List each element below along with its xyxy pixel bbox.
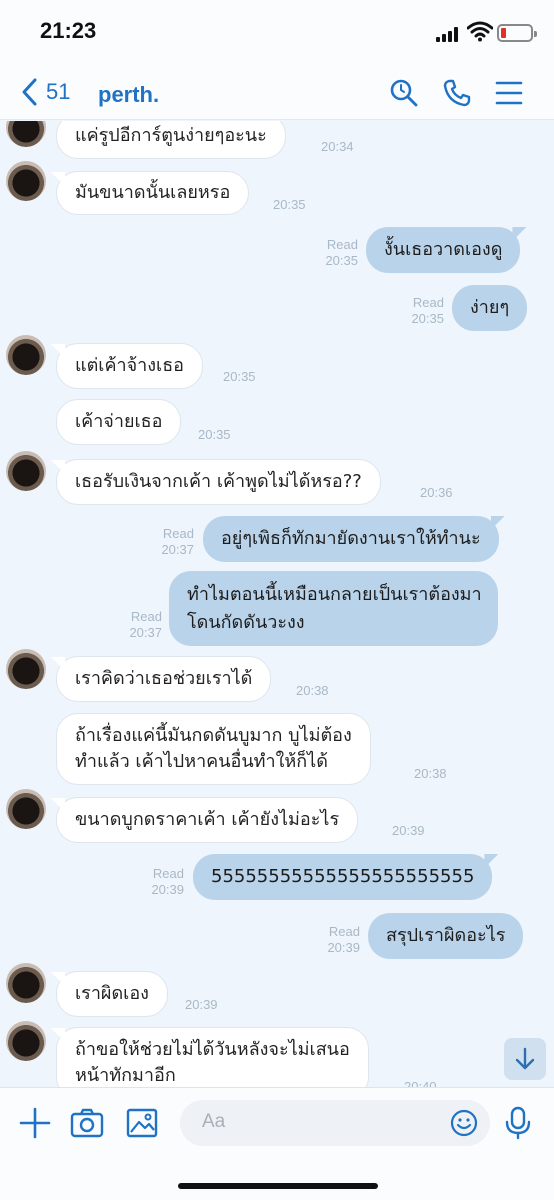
message-time: 20:35 xyxy=(223,369,256,384)
read-receipt: Read 20:35 xyxy=(411,295,444,326)
message-bubble-in[interactable]: เราผิดเอง xyxy=(56,971,168,1017)
message-time: 20:35 xyxy=(273,197,306,212)
message-input[interactable]: Aa xyxy=(180,1100,490,1146)
message-text: 55555555555555555555555 xyxy=(211,866,475,887)
message-bubble-out[interactable]: ทำไมตอนนี้เหมือนกลายเป็นเราต้องมา โดนกัด… xyxy=(169,571,498,646)
avatar[interactable] xyxy=(6,161,46,201)
read-receipt: Read 20:35 xyxy=(325,237,358,268)
message-text: ขนาดบูกดราคาเค้า เค้ายังไม่อะไร xyxy=(75,809,340,830)
message-text: อยู่ๆเพิธก็ทักมายัดงานเราให้ทำนะ xyxy=(221,528,481,549)
message-bubble-out[interactable]: สรุปเราผิดอะไร xyxy=(368,913,524,959)
message-text: มันขนาดนั้นเลยหรอ xyxy=(75,182,231,203)
message-text-line: ถ้าขอให้ช่วยไม่ได้วันหลังจะไม่เสนอ xyxy=(75,1039,350,1060)
avatar[interactable] xyxy=(6,451,46,491)
unread-count: 51 xyxy=(46,79,71,104)
signal-icon xyxy=(436,26,462,42)
plus-icon[interactable] xyxy=(18,1106,52,1140)
input-bar: Aa xyxy=(0,1087,554,1200)
microphone-icon[interactable] xyxy=(503,1106,533,1140)
message-bubble-in[interactable]: เราคิดว่าเธอช่วยเราได้ xyxy=(56,656,272,702)
message-time: 20:34 xyxy=(321,139,354,154)
read-receipt: Read 20:37 xyxy=(129,609,162,640)
message-bubble-out[interactable]: งั้นเธอวาดเองดู xyxy=(366,227,521,273)
message-text: แต่เค้าจ้างเธอ xyxy=(75,355,184,376)
status-time: 21:23 xyxy=(40,18,97,43)
message-bubble-in[interactable]: เค้าจ่ายเธอ xyxy=(56,399,182,445)
message-bubble-in[interactable]: เธอรับเงินจากเค้า เค้าพูดไม่ได้หรอ?? xyxy=(56,459,381,505)
read-receipt: Read 20:37 xyxy=(161,526,194,557)
message-text: เราคิดว่าเธอช่วยเราได้ xyxy=(75,668,253,689)
message-bubble-out[interactable]: ง่ายๆ xyxy=(452,285,528,331)
message-bubble-out[interactable]: อยู่ๆเพิธก็ทักมายัดงานเราให้ทำนะ xyxy=(203,516,499,562)
message-time: 20:38 xyxy=(414,766,447,781)
message-bubble-out[interactable]: 55555555555555555555555 xyxy=(193,854,493,900)
message-time: 20:40 xyxy=(404,1079,437,1087)
arrow-down-icon xyxy=(515,1047,535,1070)
message-text: เค้าจ่ายเธอ xyxy=(75,411,163,432)
message-bubble-in[interactable]: ถ้าขอให้ช่วยไม่ได้วันหลังจะไม่เสนอ หน้าท… xyxy=(56,1027,369,1087)
message-text: แค่รูปอีการ์ตูนง่ายๆอะนะ xyxy=(75,125,267,146)
avatar[interactable] xyxy=(6,335,46,375)
message-bubble-in[interactable]: ถ้าเรื่องแค่นี้มันกดดันบูมาก บูไม่ต้อง ท… xyxy=(56,713,371,785)
message-bubble-in[interactable]: แค่รูปอีการ์ตูนง่ายๆอะนะ xyxy=(56,121,286,159)
back-button[interactable]: 51 xyxy=(20,76,70,108)
chat-area[interactable]: แค่รูปอีการ์ตูนง่ายๆอะนะ 20:34 มันขนาดนั… xyxy=(0,121,554,1087)
message-bubble-in[interactable]: มันขนาดนั้นเลยหรอ xyxy=(56,171,250,215)
chat-title[interactable]: perth. xyxy=(98,82,159,108)
camera-icon[interactable] xyxy=(70,1106,104,1140)
home-indicator xyxy=(178,1183,378,1189)
status-bar: 21:23 xyxy=(0,0,554,64)
back-chevron-icon xyxy=(22,78,37,106)
message-time: 20:36 xyxy=(420,485,453,500)
message-bubble-in[interactable]: แต่เค้าจ้างเธอ xyxy=(56,343,203,389)
message-text-line: โดนกัดดันวะงง xyxy=(187,611,305,633)
image-icon[interactable] xyxy=(125,1106,159,1140)
message-time: 20:38 xyxy=(296,683,329,698)
message-input-placeholder: Aa xyxy=(202,1111,226,1132)
message-text: สรุปเราผิดอะไร xyxy=(386,925,506,946)
phone-icon[interactable] xyxy=(442,78,472,108)
battery-icon xyxy=(497,24,537,42)
message-text: ง่ายๆ xyxy=(470,297,510,318)
menu-icon[interactable] xyxy=(494,78,524,108)
message-time: 20:35 xyxy=(198,427,231,442)
emoji-icon[interactable] xyxy=(450,1109,478,1137)
avatar[interactable] xyxy=(6,1021,46,1061)
avatar[interactable] xyxy=(6,649,46,689)
message-text-line: ทำแล้ว เค้าไปหาคนอื่นทำให้ก็ได้ xyxy=(75,751,328,772)
message-text: เธอรับเงินจากเค้า เค้าพูดไม่ได้หรอ?? xyxy=(75,471,362,492)
message-text-line: หน้าทักมาอีก xyxy=(75,1065,176,1086)
message-text: เราผิดเอง xyxy=(75,983,149,1004)
search-icon[interactable] xyxy=(389,78,419,108)
wifi-icon xyxy=(467,21,493,42)
avatar[interactable] xyxy=(6,121,46,147)
message-time: 20:39 xyxy=(392,823,425,838)
read-receipt: Read 20:39 xyxy=(151,866,184,897)
avatar[interactable] xyxy=(6,789,46,829)
chat-header: 51 perth. xyxy=(0,64,554,120)
message-text-line: ถ้าเรื่องแค่นี้มันกดดันบูมาก บูไม่ต้อง xyxy=(75,725,352,746)
message-text: งั้นเธอวาดเองดู xyxy=(384,239,503,260)
message-bubble-in[interactable]: ขนาดบูกดราคาเค้า เค้ายังไม่อะไร xyxy=(56,797,359,843)
read-receipt: Read 20:39 xyxy=(327,924,360,955)
message-time: 20:39 xyxy=(185,997,218,1012)
avatar[interactable] xyxy=(6,963,46,1003)
scroll-to-bottom-button[interactable] xyxy=(504,1038,546,1080)
message-text-line: ทำไมตอนนี้เหมือนกลายเป็นเราต้องมา xyxy=(187,583,482,605)
